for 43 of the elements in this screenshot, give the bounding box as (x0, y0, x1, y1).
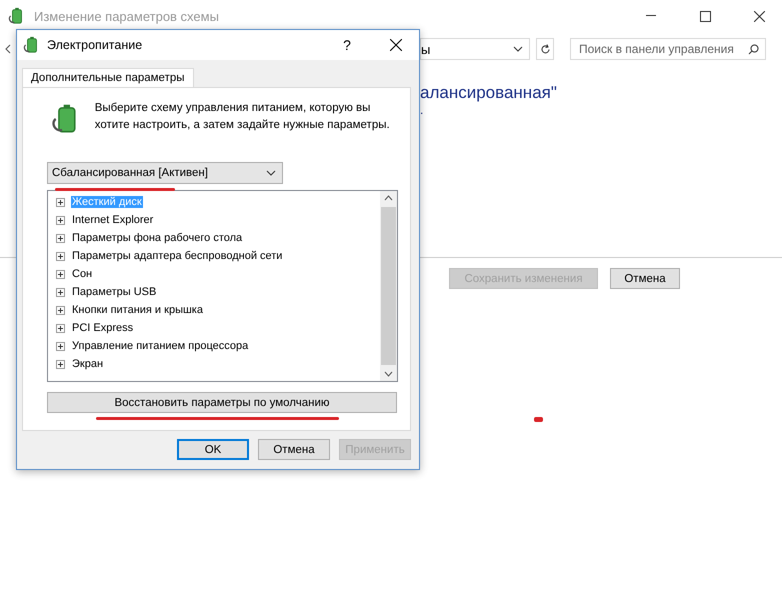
expand-icon[interactable] (56, 270, 65, 278)
expand-icon[interactable] (56, 342, 65, 350)
tab[interactable]: Дополнительные параметры (22, 68, 194, 87)
scheme-dropdown[interactable]: Сбалансированная [Активен] (47, 162, 283, 184)
minimize-icon[interactable] (646, 15, 656, 17)
tree-item[interactable]: PCI Express (71, 322, 134, 334)
restore-defaults-button[interactable]: Восстановить параметры по умолчанию (47, 392, 397, 413)
dialog-title: Электропитание (47, 38, 144, 52)
tree-item[interactable]: Параметры адаптера беспроводной сети (71, 250, 284, 262)
description: Выберите схему управления питанием, которую вы хотите настроить, а затем задайте нужные параметры. (94, 101, 391, 133)
expand-icon[interactable] (56, 234, 65, 242)
address-field[interactable]: ы (420, 38, 530, 60)
refresh-icon (540, 44, 550, 54)
tree-item[interactable]: Параметры фона рабочего стола (71, 232, 244, 244)
expand-icon[interactable] (56, 198, 65, 206)
cancel-button[interactable]: Отмена (258, 439, 330, 460)
window-title: Изменение параметров схемы (34, 8, 220, 24)
chevron-icon[interactable] (513, 46, 523, 52)
tree-item[interactable]: Internet Explorer (71, 214, 154, 226)
tree-item[interactable]: Параметры USB (71, 286, 158, 298)
refresh-button[interactable] (536, 38, 554, 60)
help-button[interactable]: ? (327, 37, 367, 53)
expand-icon[interactable] (56, 216, 65, 224)
expand-icon[interactable] (56, 324, 65, 332)
search-icon[interactable] (748, 44, 759, 54)
cancel-button[interactable]: Отмена (610, 268, 680, 289)
expand-icon[interactable] (56, 360, 65, 368)
tree-item[interactable]: Управление питанием процессора (71, 340, 250, 352)
close-icon[interactable] (754, 10, 764, 22)
maximize-icon[interactable] (700, 10, 710, 22)
expand-icon[interactable] (56, 288, 65, 296)
tree-item[interactable]: Сон (71, 268, 94, 280)
chevron-icon[interactable] (266, 170, 276, 176)
expand-icon[interactable] (56, 252, 65, 260)
expand-icon[interactable] (56, 306, 65, 314)
heading: алансированная" (420, 83, 558, 103)
tree-item[interactable]: Экран (71, 358, 104, 370)
scrollbar-thumb[interactable] (381, 207, 396, 365)
close-icon[interactable] (390, 39, 402, 51)
tree-item[interactable]: Кнопки питания и крышка (71, 304, 204, 316)
heading-text: . (420, 103, 424, 117)
ok-button[interactable]: OK (177, 439, 249, 460)
search-field[interactable]: Поиск в панели управления (570, 38, 766, 60)
